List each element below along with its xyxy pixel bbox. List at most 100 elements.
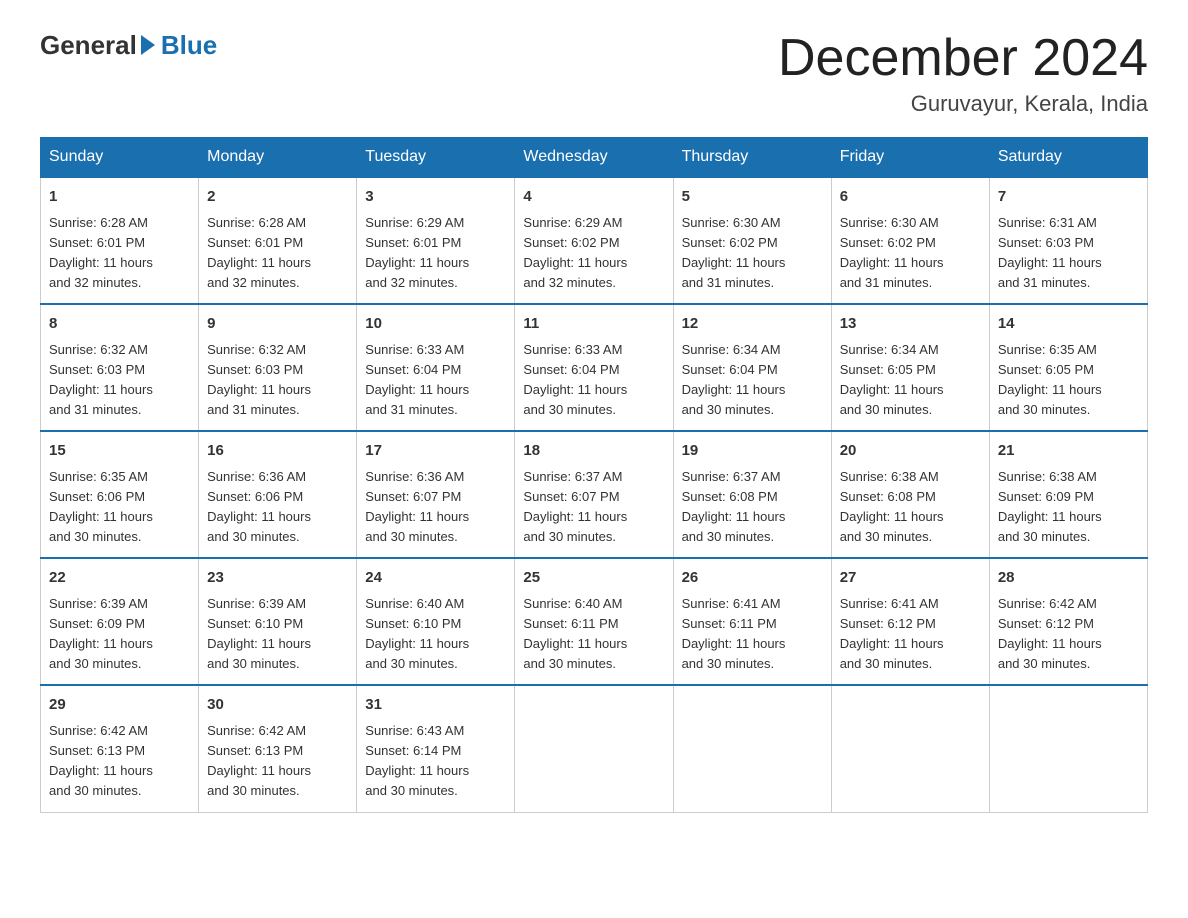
day-info: Sunrise: 6:36 AMSunset: 6:06 PMDaylight:…: [207, 467, 348, 548]
day-number: 22: [49, 567, 190, 590]
calendar-cell: 20 Sunrise: 6:38 AMSunset: 6:08 PMDayligh…: [831, 431, 989, 558]
day-number: 24: [365, 567, 506, 590]
calendar-header-row: SundayMondayTuesdayWednesdayThursdayFrid…: [41, 138, 1148, 178]
day-info: Sunrise: 6:37 AMSunset: 6:08 PMDaylight:…: [682, 467, 823, 548]
column-header-sunday: Sunday: [41, 138, 199, 178]
column-header-thursday: Thursday: [673, 138, 831, 178]
day-number: 11: [523, 313, 664, 336]
page-header: General Blue December 2024 Guruvayur, Ke…: [40, 30, 1148, 117]
day-info: Sunrise: 6:35 AMSunset: 6:06 PMDaylight:…: [49, 467, 190, 548]
day-number: 16: [207, 440, 348, 463]
day-number: 10: [365, 313, 506, 336]
day-number: 4: [523, 186, 664, 209]
logo-arrow-icon: [141, 35, 155, 55]
day-number: 15: [49, 440, 190, 463]
calendar-week-row: 15 Sunrise: 6:35 AMSunset: 6:06 PMDayligh…: [41, 431, 1148, 558]
logo-general: General: [40, 30, 137, 61]
calendar-cell: 15 Sunrise: 6:35 AMSunset: 6:06 PMDayligh…: [41, 431, 199, 558]
calendar-cell: 28 Sunrise: 6:42 AMSunset: 6:12 PMDayligh…: [989, 558, 1147, 685]
day-number: 23: [207, 567, 348, 590]
calendar-cell: 18 Sunrise: 6:37 AMSunset: 6:07 PMDayligh…: [515, 431, 673, 558]
calendar-week-row: 8 Sunrise: 6:32 AMSunset: 6:03 PMDaylight…: [41, 304, 1148, 431]
calendar-cell: [831, 685, 989, 812]
calendar-cell: 29 Sunrise: 6:42 AMSunset: 6:13 PMDayligh…: [41, 685, 199, 812]
calendar-cell: 7Sunrise: 6:31 AMSunset: 6:03 PMDaylight…: [989, 177, 1147, 304]
day-number: 28: [998, 567, 1139, 590]
day-number: 7: [998, 186, 1139, 209]
day-info: Sunrise: 6:29 AMSunset: 6:01 PMDaylight:…: [365, 213, 506, 294]
day-number: 20: [840, 440, 981, 463]
day-number: 6: [840, 186, 981, 209]
day-info: Sunrise: 6:43 AMSunset: 6:14 PMDaylight:…: [365, 721, 506, 802]
calendar-cell: 21Sunrise: 6:38 AMSunset: 6:09 PMDayligh…: [989, 431, 1147, 558]
day-number: 31: [365, 694, 506, 717]
day-info: Sunrise: 6:30 AMSunset: 6:02 PMDaylight:…: [840, 213, 981, 294]
day-info: Sunrise: 6:32 AMSunset: 6:03 PMDaylight:…: [49, 340, 190, 421]
day-info: Sunrise: 6:38 AMSunset: 6:08 PMDaylight:…: [840, 467, 981, 548]
day-info: Sunrise: 6:39 AMSunset: 6:09 PMDaylight:…: [49, 594, 190, 675]
day-number: 18: [523, 440, 664, 463]
day-info: Sunrise: 6:42 AMSunset: 6:13 PMDaylight:…: [49, 721, 190, 802]
day-info: Sunrise: 6:33 AMSunset: 6:04 PMDaylight:…: [523, 340, 664, 421]
day-info: Sunrise: 6:39 AMSunset: 6:10 PMDaylight:…: [207, 594, 348, 675]
calendar-week-row: 22 Sunrise: 6:39 AMSunset: 6:09 PMDayligh…: [41, 558, 1148, 685]
day-info: Sunrise: 6:29 AMSunset: 6:02 PMDaylight:…: [523, 213, 664, 294]
calendar-cell: 25Sunrise: 6:40 AMSunset: 6:11 PMDayligh…: [515, 558, 673, 685]
day-number: 29: [49, 694, 190, 717]
calendar-cell: 9Sunrise: 6:32 AMSunset: 6:03 PMDaylight…: [199, 304, 357, 431]
day-info: Sunrise: 6:41 AMSunset: 6:12 PMDaylight:…: [840, 594, 981, 675]
day-number: 2: [207, 186, 348, 209]
calendar-cell: 6 Sunrise: 6:30 AMSunset: 6:02 PMDaylight…: [831, 177, 989, 304]
calendar-cell: 31 Sunrise: 6:43 AMSunset: 6:14 PMDayligh…: [357, 685, 515, 812]
day-number: 12: [682, 313, 823, 336]
calendar-week-row: 1 Sunrise: 6:28 AMSunset: 6:01 PMDaylight…: [41, 177, 1148, 304]
column-header-saturday: Saturday: [989, 138, 1147, 178]
day-info: Sunrise: 6:36 AMSunset: 6:07 PMDaylight:…: [365, 467, 506, 548]
calendar-cell: 26Sunrise: 6:41 AMSunset: 6:11 PMDayligh…: [673, 558, 831, 685]
day-info: Sunrise: 6:33 AMSunset: 6:04 PMDaylight:…: [365, 340, 506, 421]
day-number: 26: [682, 567, 823, 590]
calendar-subtitle: Guruvayur, Kerala, India: [778, 91, 1148, 117]
day-info: Sunrise: 6:32 AMSunset: 6:03 PMDaylight:…: [207, 340, 348, 421]
calendar-week-row: 29 Sunrise: 6:42 AMSunset: 6:13 PMDayligh…: [41, 685, 1148, 812]
calendar-cell: 1 Sunrise: 6:28 AMSunset: 6:01 PMDaylight…: [41, 177, 199, 304]
calendar-cell: 14 Sunrise: 6:35 AMSunset: 6:05 PMDayligh…: [989, 304, 1147, 431]
calendar-cell: 11 Sunrise: 6:33 AMSunset: 6:04 PMDayligh…: [515, 304, 673, 431]
calendar-cell: 30Sunrise: 6:42 AMSunset: 6:13 PMDayligh…: [199, 685, 357, 812]
calendar-cell: 27Sunrise: 6:41 AMSunset: 6:12 PMDayligh…: [831, 558, 989, 685]
column-header-friday: Friday: [831, 138, 989, 178]
calendar-cell: 24 Sunrise: 6:40 AMSunset: 6:10 PMDayligh…: [357, 558, 515, 685]
day-number: 5: [682, 186, 823, 209]
day-info: Sunrise: 6:40 AMSunset: 6:11 PMDaylight:…: [523, 594, 664, 675]
title-block: December 2024 Guruvayur, Kerala, India: [778, 30, 1148, 117]
day-info: Sunrise: 6:37 AMSunset: 6:07 PMDaylight:…: [523, 467, 664, 548]
day-info: Sunrise: 6:42 AMSunset: 6:12 PMDaylight:…: [998, 594, 1139, 675]
calendar-cell: 3 Sunrise: 6:29 AMSunset: 6:01 PMDaylight…: [357, 177, 515, 304]
day-info: Sunrise: 6:30 AMSunset: 6:02 PMDaylight:…: [682, 213, 823, 294]
calendar-cell: 23 Sunrise: 6:39 AMSunset: 6:10 PMDayligh…: [199, 558, 357, 685]
column-header-tuesday: Tuesday: [357, 138, 515, 178]
logo: General Blue: [40, 30, 217, 61]
day-number: 1: [49, 186, 190, 209]
calendar-cell: 16 Sunrise: 6:36 AMSunset: 6:06 PMDayligh…: [199, 431, 357, 558]
logo-blue: Blue: [161, 30, 217, 61]
day-info: Sunrise: 6:34 AMSunset: 6:05 PMDaylight:…: [840, 340, 981, 421]
calendar-cell: 22 Sunrise: 6:39 AMSunset: 6:09 PMDayligh…: [41, 558, 199, 685]
day-info: Sunrise: 6:40 AMSunset: 6:10 PMDaylight:…: [365, 594, 506, 675]
day-number: 3: [365, 186, 506, 209]
day-info: Sunrise: 6:28 AMSunset: 6:01 PMDaylight:…: [49, 213, 190, 294]
day-number: 8: [49, 313, 190, 336]
calendar-cell: [515, 685, 673, 812]
calendar-cell: 17Sunrise: 6:36 AMSunset: 6:07 PMDayligh…: [357, 431, 515, 558]
calendar-cell: 8 Sunrise: 6:32 AMSunset: 6:03 PMDaylight…: [41, 304, 199, 431]
day-info: Sunrise: 6:28 AMSunset: 6:01 PMDaylight:…: [207, 213, 348, 294]
calendar-cell: 4 Sunrise: 6:29 AMSunset: 6:02 PMDaylight…: [515, 177, 673, 304]
day-number: 19: [682, 440, 823, 463]
calendar-title: December 2024: [778, 30, 1148, 87]
calendar-cell: 13Sunrise: 6:34 AMSunset: 6:05 PMDayligh…: [831, 304, 989, 431]
day-info: Sunrise: 6:34 AMSunset: 6:04 PMDaylight:…: [682, 340, 823, 421]
calendar-table: SundayMondayTuesdayWednesdayThursdayFrid…: [40, 137, 1148, 812]
day-number: 21: [998, 440, 1139, 463]
day-number: 14: [998, 313, 1139, 336]
day-info: Sunrise: 6:35 AMSunset: 6:05 PMDaylight:…: [998, 340, 1139, 421]
